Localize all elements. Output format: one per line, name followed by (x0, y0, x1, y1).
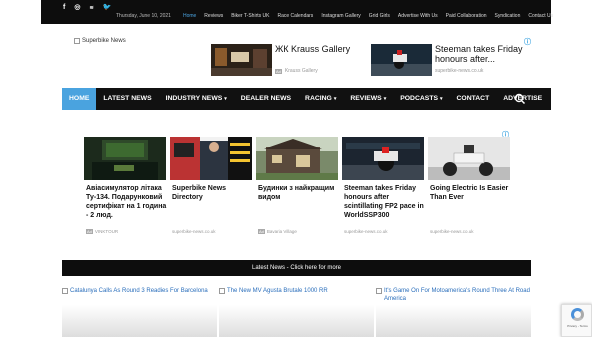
facebook-icon[interactable]: f (63, 3, 65, 13)
ad-thumbnail (371, 44, 432, 76)
card-source: Ad Bavaria Village (258, 229, 297, 234)
card-title: Superbike News Directory (172, 185, 227, 201)
sponsored-card[interactable]: Superbike News Directory superbike-news.… (170, 137, 252, 234)
search-icon[interactable] (514, 93, 526, 105)
ad-title: ЖК Krauss Gallery (275, 44, 351, 54)
main-nav: HOME LATEST NEWS INDUSTRY NEWS ▾ DEALER N… (62, 88, 551, 110)
ad-source-text: Krauss Gallery (284, 68, 318, 74)
nav-home[interactable]: HOME (62, 88, 97, 110)
card-thumbnail (170, 137, 252, 180)
sponsored-card[interactable]: Будинки з найкращим видом Ad Bavaria Vill… (256, 137, 338, 234)
top-bar: f ◎ ≋ 🐦 Thursday, June 10, 2021 Home Rev… (41, 0, 553, 24)
card-title: Steeman takes Friday honours after scint… (344, 185, 424, 219)
nav-label: INDUSTRY NEWS (165, 95, 223, 102)
nav-label: PODCASTS (400, 95, 438, 102)
nav-racing[interactable]: RACING ▾ (298, 88, 343, 110)
broken-image-icon (219, 288, 225, 294)
top-link-home[interactable]: Home (183, 13, 196, 19)
card-source: Ad VINKTOUR (86, 229, 118, 234)
nav-label: RACING (305, 95, 332, 102)
card-source-text: superbike-news.co.uk (172, 229, 216, 234)
news-link[interactable]: The New MV Agusta Brutale 1000 RR (219, 287, 374, 295)
recaptcha-text: Privacy - Terms (567, 324, 588, 328)
top-link-syndication[interactable]: Syndication (495, 13, 521, 19)
nav-dealer-news[interactable]: DEALER NEWS (234, 88, 298, 110)
nav-label: LATEST NEWS (103, 95, 152, 102)
top-nav: Thursday, June 10, 2021 Home Reviews Bik… (116, 13, 561, 19)
nav-podcasts[interactable]: PODCASTS ▾ (393, 88, 449, 110)
top-link-paid-collab[interactable]: Paid Collaboration (446, 13, 487, 19)
ad-tag: Ad (275, 68, 282, 74)
ad-tag: Ad (258, 229, 265, 234)
card-thumbnail (84, 137, 166, 180)
news-link-text: Catalunya Calls As Round 3 Readies For B… (70, 288, 208, 294)
card-source: superbike-news.co.uk (172, 229, 216, 234)
nav-industry-news[interactable]: INDUSTRY NEWS ▾ (159, 88, 234, 110)
logo-alt-text: Superbike News (82, 38, 126, 44)
card-source-text: superbike-news.co.uk (430, 229, 474, 234)
social-links: f ◎ ≋ 🐦 (63, 2, 111, 14)
top-link-instagram-gallery[interactable]: Instagram Gallery (321, 13, 360, 19)
chevron-down-icon: ▾ (440, 96, 443, 102)
nav-label: CONTACT (456, 95, 490, 102)
chevron-down-icon: ▾ (383, 96, 387, 102)
nav-reviews[interactable]: REVIEWS ▾ (343, 88, 393, 110)
card-thumbnail (428, 137, 510, 180)
card-title: Будинки з найкращим видом (258, 185, 335, 201)
twitter-icon[interactable]: 🐦 (103, 3, 112, 13)
ad-source-text: superbike-news.co.uk (435, 68, 484, 74)
broken-image-icon (62, 288, 68, 294)
news-image-placeholder (219, 305, 374, 337)
card-source: superbike-news.co.uk (344, 229, 388, 234)
top-link-biker-tshirts[interactable]: Biker T-Shirts UK (231, 13, 269, 19)
sponsored-card[interactable]: Steeman takes Friday honours after scint… (342, 137, 424, 234)
top-link-grid-girls[interactable]: Grid Girls (369, 13, 390, 19)
top-ad-1[interactable]: ЖК Krauss Gallery Ad Krauss Gallery (211, 44, 361, 76)
recaptcha-badge[interactable]: Privacy - Terms (561, 304, 592, 337)
news-image-placeholder (62, 305, 217, 337)
sponsored-card[interactable]: Авіасимулятор літака Ту-134. Подарункови… (84, 137, 166, 234)
nav-label: HOME (69, 95, 90, 102)
card-source-text: Bavaria Village (266, 229, 297, 234)
chevron-down-icon: ▾ (224, 96, 227, 102)
nav-latest-news[interactable]: LATEST NEWS (96, 88, 158, 110)
site-logo[interactable]: Superbike News (74, 38, 126, 44)
ad-tag: Ad (86, 229, 93, 234)
ad-thumbnail (211, 44, 272, 76)
card-title: Going Electric Is Easier Than Ever (430, 185, 509, 201)
news-link-text: The New MV Agusta Brutale 1000 RR (227, 288, 328, 294)
news-image-placeholder (376, 305, 531, 337)
nav-contact[interactable]: CONTACT (450, 88, 497, 110)
card-title: Авіасимулятор літака Ту-134. Подарункови… (86, 185, 167, 219)
nav-label: DEALER NEWS (240, 95, 292, 102)
sponsored-card[interactable]: Going Electric Is Easier Than Ever super… (428, 137, 510, 234)
top-link-race-calendars[interactable]: Race Calendars (277, 13, 313, 19)
nav-label: REVIEWS (350, 95, 382, 102)
ad-source: Ad Krauss Gallery (275, 68, 318, 74)
current-date: Thursday, June 10, 2021 (116, 13, 171, 19)
top-link-reviews[interactable]: Reviews (204, 13, 223, 19)
broken-image-icon (376, 288, 382, 294)
top-link-contact[interactable]: Contact Us (528, 13, 553, 19)
ad-source: superbike-news.co.uk (435, 68, 483, 74)
ad-title: Steeman takes Friday honours after... (435, 44, 523, 64)
rss-icon[interactable]: ≋ (89, 3, 93, 13)
top-ad-2[interactable]: Steeman takes Friday honours after... su… (371, 44, 531, 76)
card-source-text: superbike-news.co.uk (344, 229, 388, 234)
chevron-down-icon: ▾ (333, 96, 337, 102)
instagram-icon[interactable]: ◎ (74, 3, 80, 13)
news-link[interactable]: Catalunya Calls As Round 3 Readies For B… (62, 287, 217, 295)
news-link[interactable]: It's Game On For Motoamerica's Round Thr… (376, 287, 536, 303)
card-thumbnail (256, 137, 338, 180)
adchoices-icon[interactable]: ⓘ (524, 37, 531, 47)
card-source-text: VINKTOUR (94, 229, 119, 234)
card-source: superbike-news.co.uk (430, 229, 474, 234)
card-thumbnail (342, 137, 424, 180)
news-link-text: It's Game On For Motoamerica's Round Thr… (384, 288, 530, 302)
latest-news-bar[interactable]: Latest News - Click here for more (62, 260, 531, 276)
recaptcha-icon (571, 308, 584, 321)
broken-image-icon (74, 38, 80, 44)
top-link-advertise[interactable]: Advertise With Us (398, 13, 438, 19)
